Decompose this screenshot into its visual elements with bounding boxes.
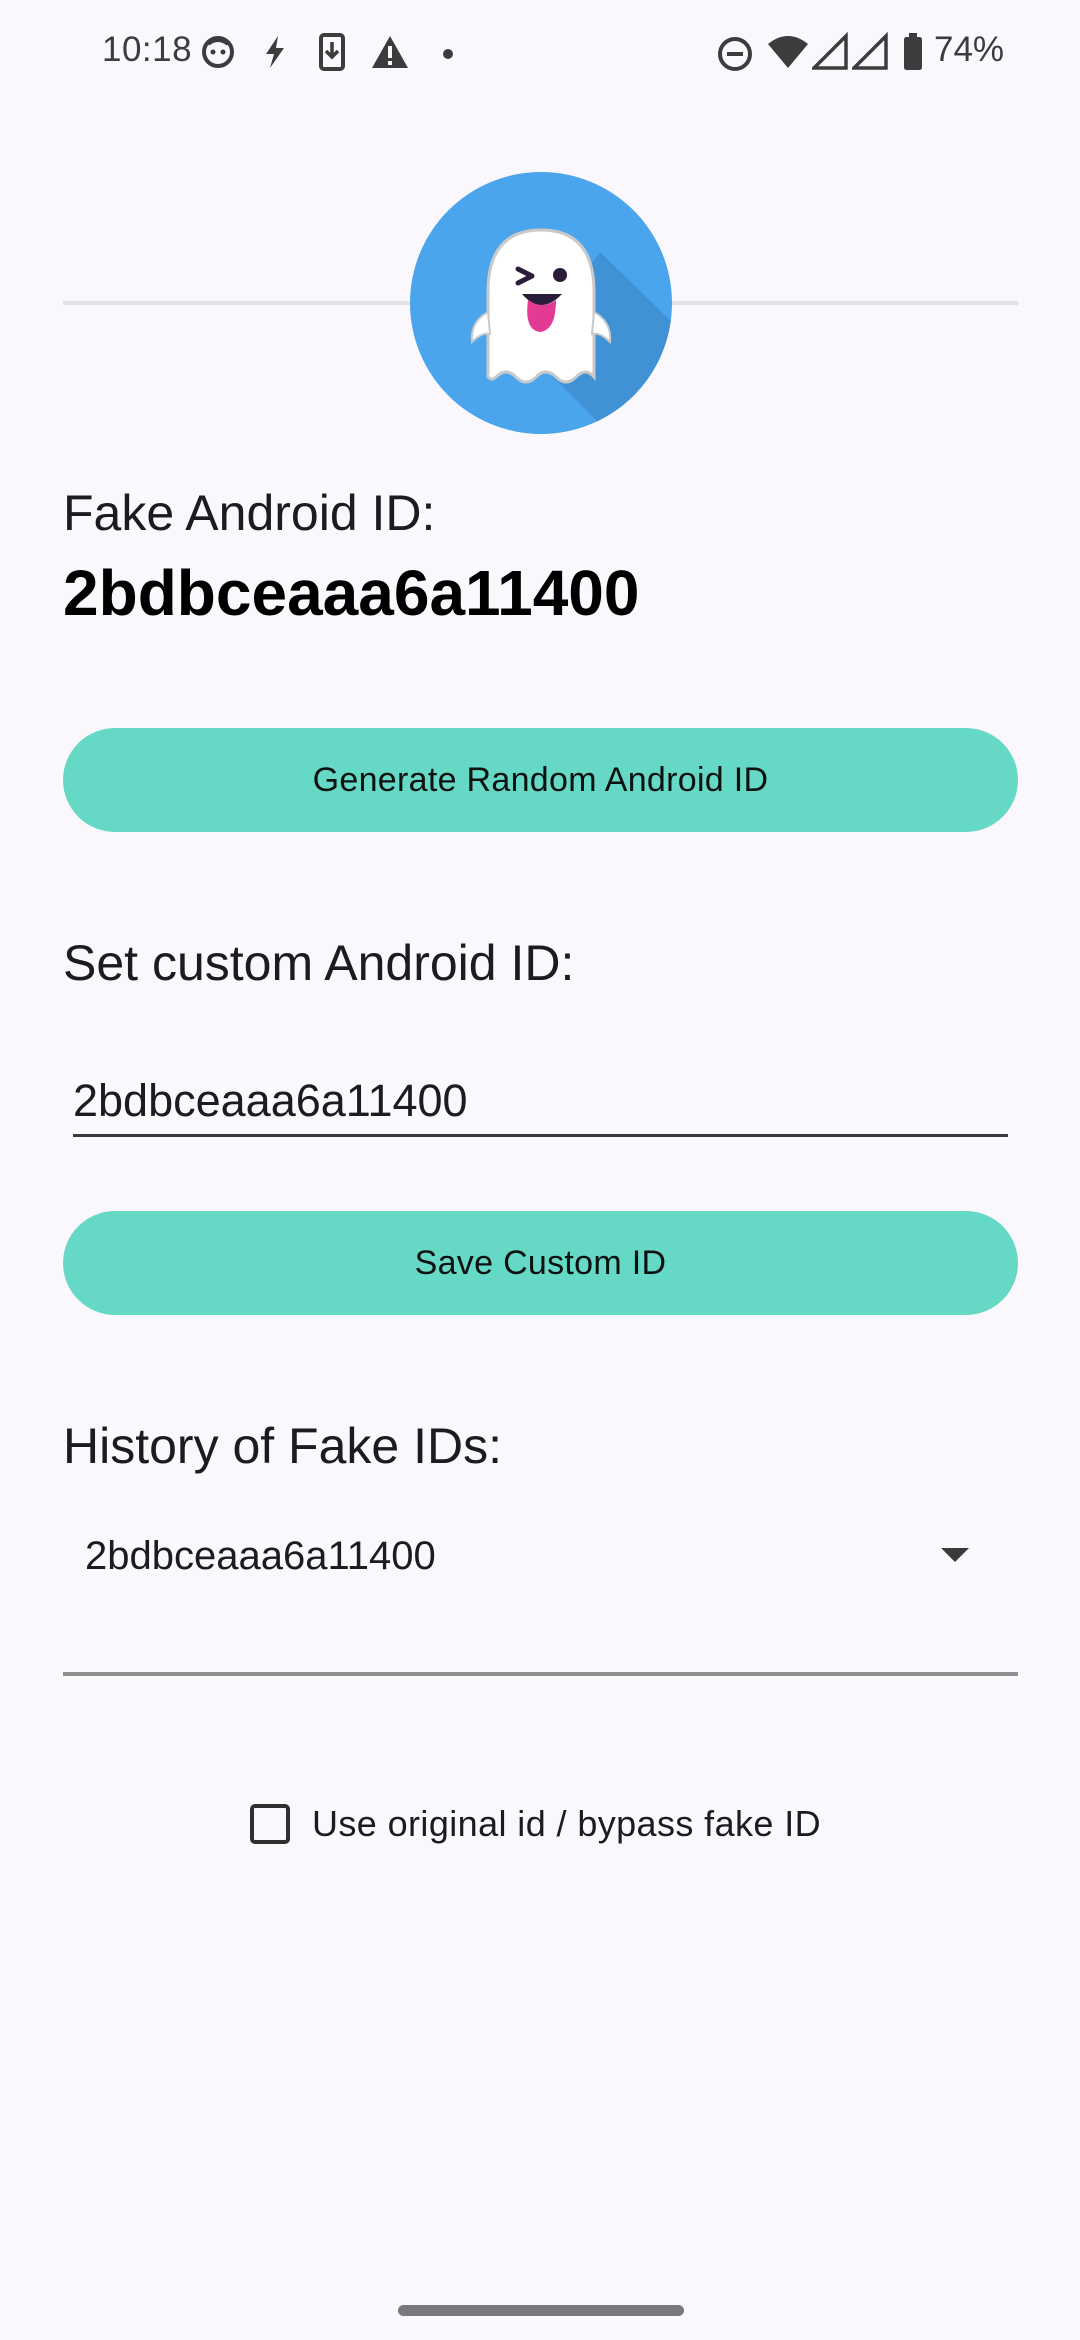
signal-icon	[812, 32, 848, 70]
battery-percent: 74%	[934, 30, 1005, 69]
wifi-icon	[768, 36, 808, 68]
bolt-icon	[266, 36, 284, 68]
ghost-icon	[470, 228, 672, 434]
generate-random-id-button[interactable]: Generate Random Android ID	[63, 728, 1018, 832]
custom-id-label: Set custom Android ID:	[63, 935, 575, 991]
app-logo	[410, 172, 672, 434]
bypass-checkbox-row[interactable]: Use original id / bypass fake ID	[250, 1796, 821, 1852]
header-divider-right	[660, 301, 1018, 305]
dot-icon	[443, 49, 453, 59]
bypass-checkbox[interactable]	[250, 1804, 290, 1844]
custom-id-input[interactable]	[73, 1068, 1008, 1137]
face-icon	[202, 36, 234, 68]
history-selected-value: 2bdbceaaa6a11400	[85, 1534, 436, 1578]
app-screen: 10:18 74% Fake Android ID: 2bdbceaaa6a11…	[0, 0, 1080, 2340]
status-time: 10:18	[102, 30, 193, 69]
save-custom-id-button[interactable]: Save Custom ID	[63, 1211, 1018, 1315]
status-bar: 10:18 74%	[0, 0, 1080, 110]
header-divider-left	[63, 301, 423, 305]
signal-icon	[852, 32, 888, 70]
download-icon	[319, 33, 345, 71]
history-label: History of Fake IDs:	[63, 1418, 502, 1474]
chevron-down-icon	[941, 1548, 969, 1562]
bypass-checkbox-label: Use original id / bypass fake ID	[312, 1803, 822, 1844]
warning-icon	[372, 36, 408, 68]
battery-icon	[904, 33, 922, 70]
fake-id-label: Fake Android ID:	[63, 485, 436, 541]
dnd-icon	[718, 37, 752, 71]
home-indicator[interactable]	[398, 2305, 684, 2316]
history-dropdown[interactable]: 2bdbceaaa6a11400	[63, 1500, 1018, 1676]
fake-id-value: 2bdbceaaa6a11400	[63, 557, 640, 629]
